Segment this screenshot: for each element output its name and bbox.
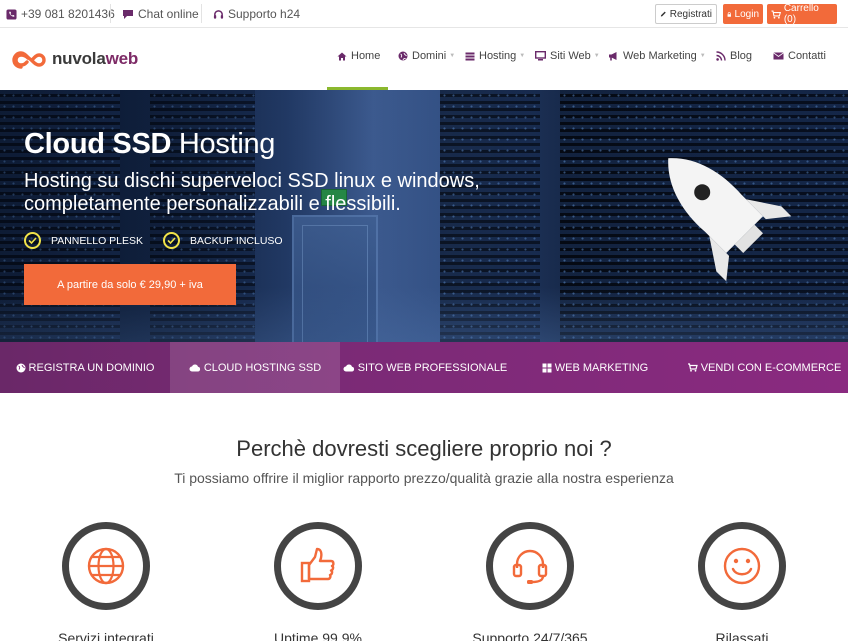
nav-hosting[interactable]: Hosting ▼ xyxy=(465,50,525,62)
divider xyxy=(201,4,202,23)
chevron-down-icon: ▼ xyxy=(593,53,600,59)
thumbs-up-icon xyxy=(300,547,335,583)
divider xyxy=(110,4,111,23)
home-icon xyxy=(337,52,347,60)
nav-siti-web[interactable]: Siti Web ▼ xyxy=(535,50,600,62)
monitor-icon xyxy=(535,51,546,61)
server-icon xyxy=(465,52,475,60)
globe-icon xyxy=(16,363,26,372)
hero-title-rest: Hosting xyxy=(178,128,276,160)
phone-icon xyxy=(6,8,17,20)
nav-contatti[interactable]: Contatti xyxy=(773,50,826,62)
nav-web-marketing-label: Web Marketing xyxy=(623,50,697,62)
cloud-logo-icon xyxy=(12,51,46,69)
lock-icon xyxy=(727,11,731,17)
category-cloud-hosting[interactable]: CLOUD HOSTING SSD xyxy=(170,342,340,393)
hero-banner: Cloud SSD Hosting Hosting su dischi supe… xyxy=(0,90,848,342)
logo-text-nuvola: nuvola xyxy=(52,49,106,68)
globe-icon xyxy=(398,51,408,61)
top-bar: +39 081 8201436 Chat online Supporto h24… xyxy=(0,0,848,28)
pencil-icon xyxy=(660,11,666,17)
cart-icon xyxy=(687,363,698,372)
megaphone-icon xyxy=(609,52,617,61)
category-label: VENDI CON E-COMMERCE xyxy=(700,361,842,374)
phone-number: +39 081 8201436 xyxy=(21,7,115,21)
chat-label: Chat online xyxy=(138,7,199,21)
feature-check-backup: BACKUP INCLUSO xyxy=(163,232,283,249)
headset-icon xyxy=(512,549,548,584)
login-label: Login xyxy=(734,8,759,20)
check-circle-icon xyxy=(24,232,41,249)
cart-button[interactable]: Carrello (0) xyxy=(767,3,837,25)
category-label: WEB MARKETING xyxy=(554,361,649,374)
nav-siti-web-label: Siti Web xyxy=(550,50,591,62)
feature-label: Rilassati xyxy=(715,630,769,641)
nav-home[interactable]: Home xyxy=(337,50,380,62)
logo-text-web: web xyxy=(105,49,139,68)
category-label: REGISTRA UN DOMINIO xyxy=(28,361,155,374)
chevron-down-icon: ▼ xyxy=(699,53,706,59)
windows-icon xyxy=(542,363,552,372)
category-label: CLOUD HOSTING SSD xyxy=(203,361,322,374)
phone-contact[interactable]: +39 081 8201436 xyxy=(6,7,115,21)
feature-label: Uptime 99,9% xyxy=(274,630,362,641)
smiley-icon xyxy=(723,547,761,585)
register-label: Registrati xyxy=(669,8,712,20)
envelope-icon xyxy=(773,52,784,60)
headphones-icon xyxy=(213,9,224,19)
login-button[interactable]: Login xyxy=(723,4,763,24)
rocket-icon xyxy=(668,158,792,282)
nav-contatti-label: Contatti xyxy=(788,50,826,62)
hero-cta-button[interactable]: A partire da solo € 29,90 + iva xyxy=(24,264,236,305)
category-sito-web[interactable]: SITO WEB PROFESSIONALE xyxy=(340,342,510,393)
support-link[interactable]: Supporto h24 xyxy=(213,7,300,21)
chat-icon xyxy=(123,9,133,19)
nav-blog[interactable]: Blog xyxy=(716,50,752,62)
main-header: nuvolaweb Home Domini ▼ Hosting ▼ Siti W… xyxy=(0,28,848,90)
feature-label: Servizi integrati xyxy=(58,630,154,641)
hero-title-bold: Cloud SSD xyxy=(24,128,172,160)
hero-subtitle: Hosting su dischi superveloci SSD linux … xyxy=(24,170,480,215)
feature-circle-rilassati xyxy=(698,522,786,610)
nav-blog-label: Blog xyxy=(730,50,753,62)
check-label: BACKUP INCLUSO xyxy=(190,234,283,247)
cloud-icon xyxy=(189,364,200,371)
feature-check-plesk: PANNELLO PLESK xyxy=(24,232,143,249)
nav-home-label: Home xyxy=(351,50,381,62)
feature-label: Supporto 24/7/365 xyxy=(472,630,588,641)
cart-label: Carrello (0) xyxy=(783,3,819,25)
chevron-down-icon: ▼ xyxy=(519,53,526,59)
category-label: SITO WEB PROFESSIONALE xyxy=(357,361,508,374)
chevron-down-icon: ▼ xyxy=(449,53,456,59)
cloud-icon xyxy=(343,364,354,371)
nav-web-marketing[interactable]: Web Marketing ▼ xyxy=(608,50,706,62)
section-subtitle: Ti possiamo offrire il miglior rapporto … xyxy=(174,470,674,486)
globe-icon xyxy=(87,547,125,585)
check-circle-icon xyxy=(163,232,180,249)
check-label: PANNELLO PLESK xyxy=(51,234,144,247)
cart-icon xyxy=(771,10,781,19)
feature-circle-servizi xyxy=(62,522,150,610)
logo[interactable]: nuvolaweb xyxy=(12,48,138,70)
register-button[interactable]: Registrati xyxy=(655,4,717,24)
category-bar: REGISTRA UN DOMINIO CLOUD HOSTING SSD SI… xyxy=(0,342,848,393)
support-label: Supporto h24 xyxy=(228,7,301,21)
chat-link[interactable]: Chat online xyxy=(122,7,199,21)
feature-circle-uptime xyxy=(274,522,362,610)
category-web-marketing[interactable]: WEB MARKETING xyxy=(510,342,680,393)
section-title: Perchè dovresti scegliere proprio noi ? xyxy=(236,436,612,461)
nav-domini[interactable]: Domini ▼ xyxy=(398,50,455,62)
rss-icon xyxy=(716,51,726,61)
hero-title: Cloud SSD Hosting xyxy=(24,128,275,161)
feature-circle-supporto xyxy=(486,522,574,610)
nav-domini-label: Domini xyxy=(412,50,447,62)
category-ecommerce[interactable]: VENDI CON E-COMMERCE xyxy=(680,342,848,393)
nav-hosting-label: Hosting xyxy=(479,50,517,62)
category-registra-dominio[interactable]: REGISTRA UN DOMINIO xyxy=(0,342,170,393)
logo-text: nuvolaweb xyxy=(52,49,138,69)
